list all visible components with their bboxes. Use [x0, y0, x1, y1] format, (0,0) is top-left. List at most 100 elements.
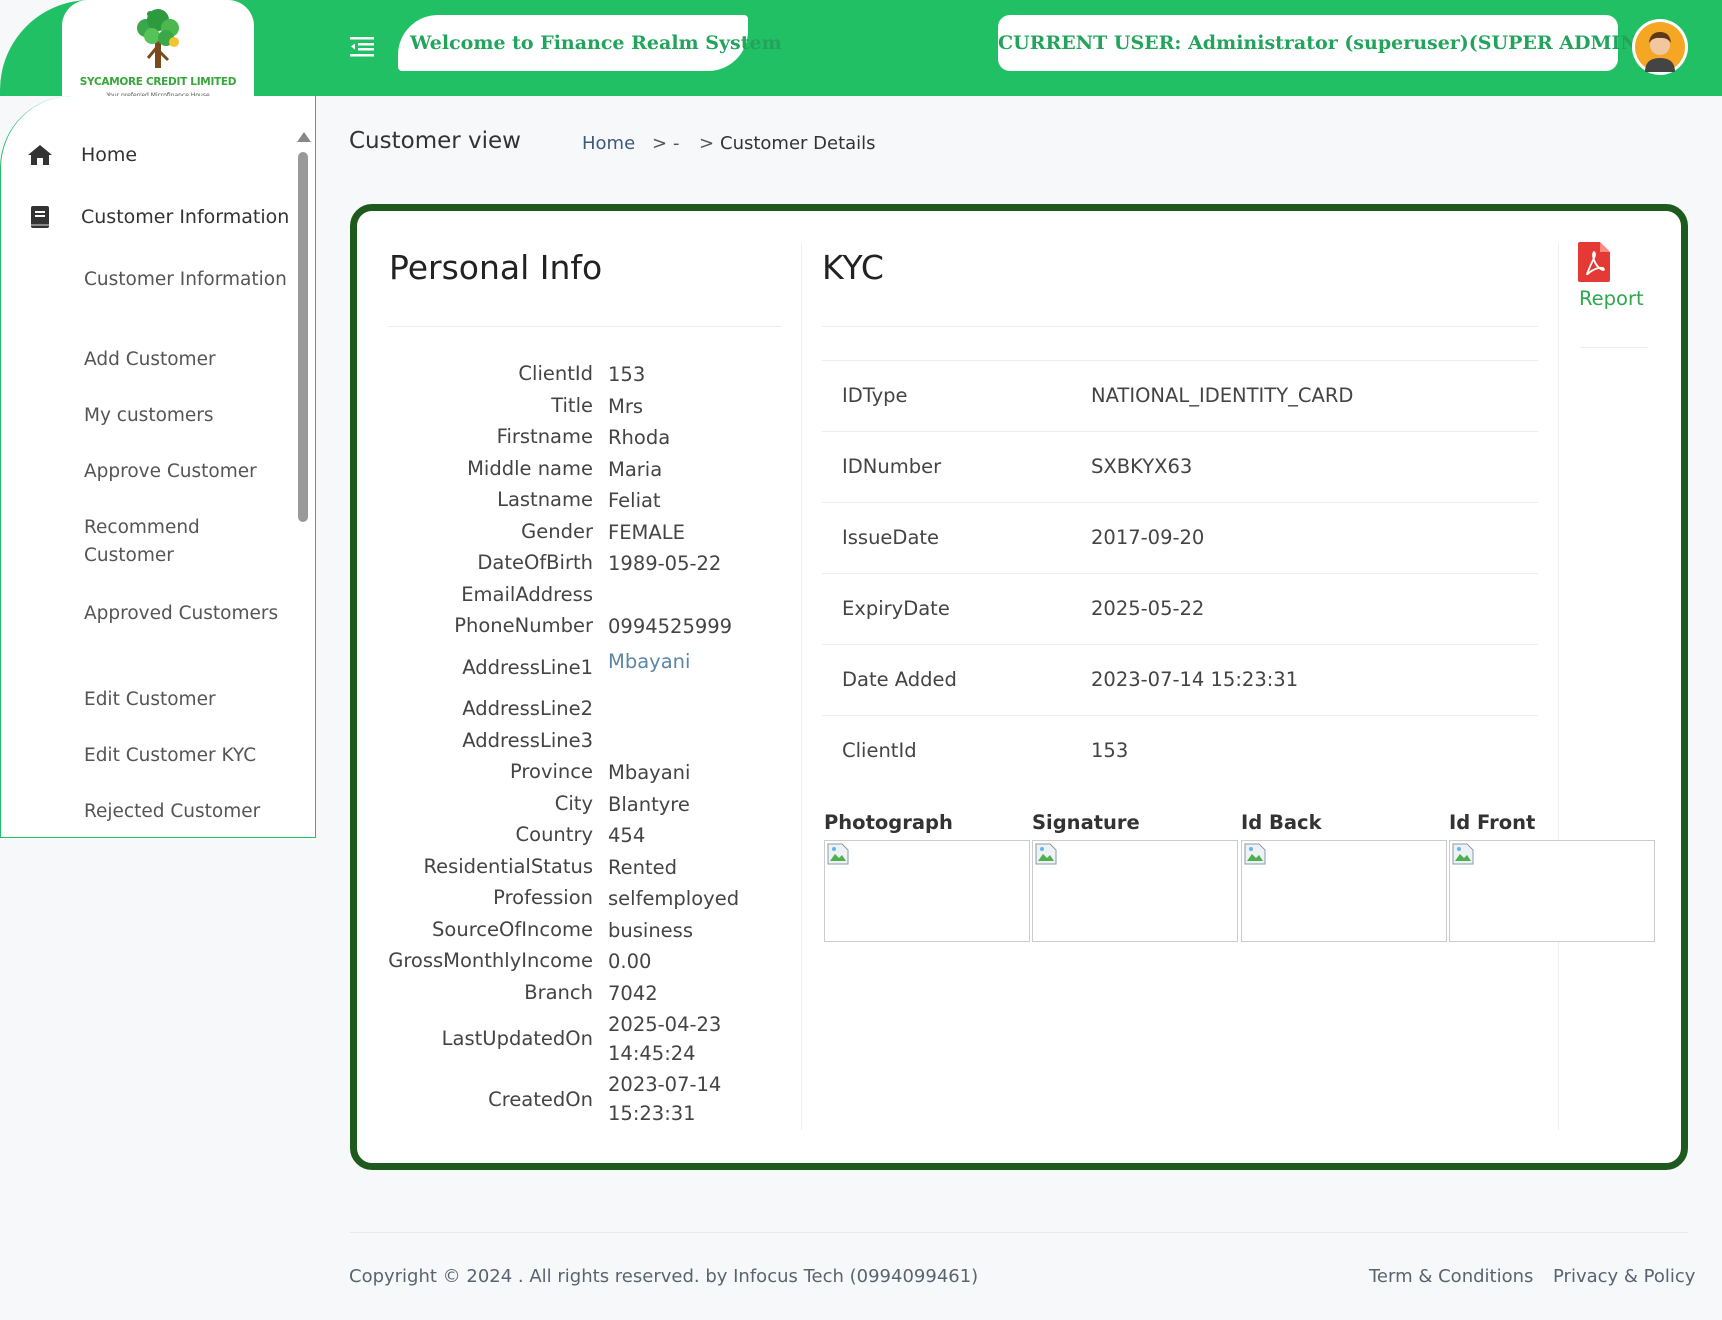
kyc-value-expirydate: 2025-05-22: [1091, 597, 1205, 620]
field-value-addressline1-link[interactable]: Mbayani: [608, 647, 690, 676]
sidebar-subitem-customer-information[interactable]: Customer Information: [84, 266, 294, 294]
kyc-label-expirydate: ExpiryDate: [842, 597, 950, 620]
breadcrumb-separator: >: [699, 133, 715, 154]
privacy-policy-link[interactable]: Privacy & Policy: [1553, 1266, 1695, 1287]
signature-heading: Signature: [1032, 811, 1140, 834]
book-icon: [31, 206, 49, 228]
sidebar-subitem-add-customer[interactable]: Add Customer: [84, 346, 294, 374]
field-value-phonenumber: 0994525999: [608, 615, 733, 638]
id-back-heading: Id Back: [1241, 811, 1322, 834]
photograph-heading: Photograph: [824, 811, 953, 834]
field-value-province: Mbayani: [608, 761, 691, 784]
field-label-phonenumber: PhoneNumber: [454, 614, 593, 637]
sidebar-subitem-rejected-customer[interactable]: Rejected Customer: [84, 798, 294, 826]
field-label-grossmonthlyincome: GrossMonthlyIncome: [388, 949, 593, 972]
field-label-addressline2: AddressLine2: [462, 697, 593, 720]
field-value-clientid: 153: [608, 363, 646, 386]
field-label-sourceofincome: SourceOfIncome: [432, 918, 593, 941]
field-label-addressline3: AddressLine3: [462, 729, 593, 752]
field-label-country: Country: [515, 823, 593, 846]
user-avatar[interactable]: [1632, 19, 1688, 75]
field-label-addressline1: AddressLine1: [462, 656, 593, 679]
sidebar-subitem-edit-customer[interactable]: Edit Customer: [84, 686, 294, 714]
id-front-image[interactable]: [1449, 840, 1655, 942]
menu-toggle-icon[interactable]: [350, 34, 378, 58]
field-value-lastupdatedon-time: 14:45:24: [608, 1042, 696, 1065]
current-user-badge: CURRENT USER: Administrator (superuser)(…: [998, 15, 1647, 71]
field-value-branch: 7042: [608, 982, 658, 1005]
kyc-label-clientid: ClientId: [842, 739, 917, 762]
field-value-middle-name: Maria: [608, 458, 663, 481]
sidebar-item-home[interactable]: Home: [1, 142, 297, 168]
footer-divider: [350, 1232, 1688, 1233]
field-label-dateofbirth: DateOfBirth: [477, 551, 593, 574]
company-name: SYCAMORE CREDIT LIMITED: [79, 76, 237, 88]
id-back-image[interactable]: [1241, 840, 1447, 942]
field-label-city: City: [554, 792, 593, 815]
field-label-lastname: Lastname: [497, 488, 593, 511]
photograph-image[interactable]: [824, 840, 1030, 942]
footer-copyright: Copyright © 2024 . All rights reserved. …: [349, 1266, 979, 1287]
sidebar-subitem-my-customers[interactable]: My customers: [84, 402, 294, 430]
sidebar-subitem-approve-customer[interactable]: Approve Customer: [84, 458, 294, 486]
breadcrumb-home-link[interactable]: Home: [582, 133, 635, 154]
broken-image-icon: [1452, 843, 1474, 865]
field-value-dateofbirth: 1989-05-22: [608, 552, 722, 575]
home-icon: [28, 145, 52, 165]
broken-image-icon: [1244, 843, 1266, 865]
kyc-label-idnumber: IDNumber: [842, 455, 942, 478]
sidebar-item-customer-information[interactable]: Customer Information: [1, 204, 297, 230]
welcome-banner: Welcome to Finance Realm System: [398, 15, 782, 71]
field-value-createdon-time: 15:23:31: [608, 1102, 696, 1125]
column-divider: [801, 244, 802, 1130]
kyc-row-divider: [822, 431, 1538, 432]
sidebar-subitem-recommend-customer[interactable]: Recommend Customer: [84, 514, 294, 570]
field-label-firstname: Firstname: [496, 425, 593, 448]
field-value-firstname: Rhoda: [608, 426, 671, 449]
kyc-value-date-added: 2023-07-14 15:23:31: [1091, 668, 1299, 691]
field-label-createdon: CreatedOn: [488, 1088, 593, 1111]
customer-details-card: [350, 204, 1688, 1170]
page-title: Customer view: [349, 128, 521, 154]
pdf-report-icon[interactable]: [1578, 242, 1610, 282]
field-value-createdon-date: 2023-07-14: [608, 1073, 722, 1096]
kyc-row-divider: [822, 573, 1538, 574]
sidebar-subitem-approved-customers[interactable]: Approved Customers: [84, 600, 294, 628]
field-value-gender: FEMALE: [608, 521, 685, 544]
field-value-grossmonthlyincome: 0.00: [608, 950, 652, 973]
kyc-value-idnumber: SXBKYX63: [1091, 455, 1193, 478]
field-value-residentialstatus: Rented: [608, 856, 678, 879]
signature-image[interactable]: [1032, 840, 1238, 942]
field-value-lastupdatedon-date: 2025-04-23: [608, 1013, 722, 1036]
field-label-title: Title: [551, 394, 593, 417]
divider: [388, 326, 782, 327]
sidebar: Home Customer Information Customer Infor…: [0, 96, 316, 838]
sidebar-subitem-edit-customer-kyc[interactable]: Edit Customer KYC: [84, 742, 294, 770]
field-label-lastupdatedon: LastUpdatedOn: [441, 1027, 593, 1050]
field-value-city: Blantyre: [608, 793, 690, 816]
tree-logo-icon: [137, 9, 179, 68]
kyc-label-date-added: Date Added: [842, 668, 957, 691]
avatar-person-icon: [1635, 22, 1685, 72]
field-value-title: Mrs: [608, 395, 644, 418]
field-value-lastname: Feliat: [608, 489, 661, 512]
field-value-country: 454: [608, 824, 646, 847]
field-label-profession: Profession: [493, 886, 593, 909]
field-label-gender: Gender: [521, 520, 593, 543]
kyc-table-top-border: [822, 360, 1538, 361]
top-header: SYCAMORE CREDIT LIMITED Your preferred M…: [0, 0, 1722, 104]
field-label-branch: Branch: [524, 981, 593, 1004]
breadcrumb-current: Customer Details: [720, 133, 876, 154]
kyc-row-divider: [822, 644, 1538, 645]
sidebar-scroll-up-arrow[interactable]: [297, 132, 311, 142]
field-value-sourceofincome: business: [608, 919, 693, 942]
breadcrumb-mid: -: [673, 133, 680, 154]
broken-image-icon: [1035, 843, 1057, 865]
kyc-label-idtype: IDType: [842, 384, 908, 407]
report-link[interactable]: Report: [1579, 287, 1644, 310]
divider: [1580, 347, 1648, 348]
field-label-clientid: ClientId: [518, 362, 593, 385]
terms-conditions-link[interactable]: Term & Conditions: [1369, 1266, 1533, 1287]
company-logo[interactable]: SYCAMORE CREDIT LIMITED Your preferred M…: [62, 0, 254, 104]
sidebar-scrollbar-thumb[interactable]: [298, 152, 308, 522]
